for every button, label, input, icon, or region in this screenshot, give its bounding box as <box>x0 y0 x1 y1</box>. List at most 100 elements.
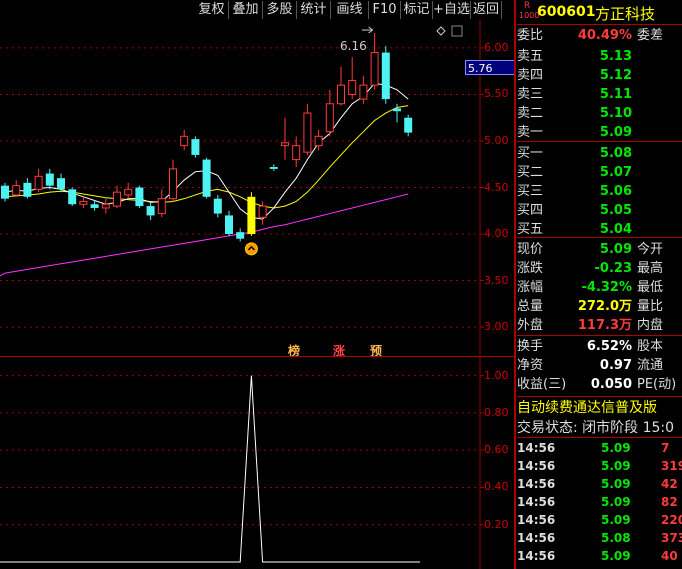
candle-body <box>393 108 401 112</box>
bid-row-0: 买一 5.08 <box>517 145 682 163</box>
tick-row: 14:56 5.09 82 <box>517 493 682 511</box>
candle-body <box>12 185 21 196</box>
tick-volume: 319 <box>661 459 682 473</box>
indicator-tick-label: 0.60 <box>484 443 509 457</box>
toolbar-btn-6[interactable]: 标记 <box>401 1 433 19</box>
candle-body <box>113 191 121 207</box>
tick-row: 14:56 5.08 373 <box>517 529 682 547</box>
fin-row-0-value: 6.52% <box>586 339 632 354</box>
fin-row-1: 净资 0.97 流通 <box>517 357 682 375</box>
candle-body <box>359 84 368 100</box>
tick-volume: 42 <box>661 477 678 491</box>
panel-separator-1 <box>517 141 682 142</box>
indicator-tick-label: 0.20 <box>484 517 509 531</box>
bid-row-2-value: 5.06 <box>599 184 632 199</box>
ma60-line <box>4 193 409 274</box>
tick-volume: 82 <box>661 495 678 509</box>
panel-separator-5 <box>517 437 682 438</box>
quote-row-2: 涨幅 -4.32% 最低 <box>517 279 682 297</box>
quote-row-4-label: 外盘 <box>517 318 544 333</box>
tick-row: 14:56 5.09 220 <box>517 511 682 529</box>
candle-body <box>146 206 155 216</box>
candle-body <box>258 205 267 218</box>
quote-row-4: 外盘 117.3万 内盘 <box>517 317 682 335</box>
ask-row-3-value: 5.10 <box>599 106 632 121</box>
current-price-tag: 5.76 <box>465 60 515 75</box>
tick-price: 5.09 <box>601 441 631 455</box>
tick-volume: 7 <box>661 441 670 455</box>
tick-time: 14:56 <box>517 531 556 545</box>
quote-row-1: 涨跌 -0.23 最高 <box>517 260 682 278</box>
fin-row-0: 换手 6.52% 股本 <box>517 338 682 356</box>
candle-body <box>404 117 413 133</box>
ma5-line <box>4 82 409 220</box>
candle-body <box>370 52 379 86</box>
candle-body <box>135 187 144 207</box>
quote-row-3: 总量 272.0万 量比 <box>517 298 682 316</box>
candle-body <box>236 232 245 239</box>
fin-row-1-label: 净资 <box>517 358 544 373</box>
stock-name: 方正科技 <box>595 5 656 23</box>
candle-body <box>90 204 99 208</box>
candle-body <box>325 103 334 133</box>
tick-time: 14:56 <box>517 495 556 509</box>
ask-row-1-label: 卖四 <box>517 68 544 83</box>
candle-body <box>348 79 357 95</box>
panel-separator-4 <box>517 396 682 397</box>
candle-body <box>180 135 189 147</box>
tick-volume: 40 <box>661 549 678 563</box>
toolbar-btn-5[interactable]: F10 <box>369 1 401 19</box>
indicator-tick-label: 0.40 <box>484 480 509 494</box>
ask-row-2-value: 5.11 <box>599 87 632 102</box>
price-tick-label: 3.50 <box>484 273 509 287</box>
ask-row-1-value: 5.12 <box>599 68 632 83</box>
toolbar-btn-2[interactable]: 多股 <box>263 1 297 19</box>
high-annotation: 6.16 <box>340 39 367 53</box>
tick-volume: 220 <box>661 513 682 527</box>
toolbar-btn-8[interactable]: 返回 <box>471 1 502 19</box>
ask-row-1: 卖四 5.12 <box>517 67 682 85</box>
bid-row-0-value: 5.08 <box>599 146 632 161</box>
quote-row-0-label2: 今开 <box>637 242 664 257</box>
panel-divider <box>514 0 516 569</box>
tick-price: 5.09 <box>601 513 631 527</box>
fin-row-2-label2: PE(动) <box>637 377 677 392</box>
fin-row-1-value: 0.97 <box>599 358 632 373</box>
ask-row-3-label: 卖二 <box>517 106 544 121</box>
tick-row: 14:56 5.09 42 <box>517 475 682 493</box>
quote-panel: R 1000 600601 方正科技 委比 40.49% 委差 卖五 5.13 卖四… <box>517 0 682 569</box>
ask-row-0-value: 5.13 <box>599 49 632 64</box>
indicator-line <box>0 375 420 563</box>
panel-separator-2 <box>517 237 682 238</box>
candle-body <box>314 135 323 147</box>
price-tick-label: 4.00 <box>484 227 509 241</box>
candlestick-chart[interactable] <box>0 20 515 569</box>
bid-row-0-label: 买一 <box>517 146 544 161</box>
promo-banner[interactable]: 自动续费通达信普及版 <box>517 399 682 418</box>
stock-header[interactable]: R 1000 600601 方正科技 <box>517 0 682 24</box>
panel-separator-0 <box>517 24 682 25</box>
bid-row-2-label: 买三 <box>517 184 544 199</box>
candle-body <box>202 159 211 197</box>
candle-body <box>23 182 32 197</box>
fin-row-2-value: 0.050 <box>590 377 632 392</box>
toolbar-btn-0[interactable]: 复权 <box>195 1 229 19</box>
tick-time: 14:56 <box>517 549 556 563</box>
candle-body <box>68 189 77 205</box>
candle-body <box>1 185 9 199</box>
tick-price: 5.09 <box>601 549 631 563</box>
candle-body <box>45 173 54 186</box>
quote-row-0-label: 现价 <box>517 242 544 257</box>
candle-body <box>269 167 278 169</box>
quote-row-3-label2: 量比 <box>637 299 664 314</box>
price-tick-label: 6.00 <box>484 40 509 54</box>
fin-row-2-label: 收益(三) <box>517 377 567 392</box>
toolbar-btn-1[interactable]: 叠加 <box>229 1 263 19</box>
chart-divider <box>0 356 514 357</box>
tick-time: 14:56 <box>517 477 556 491</box>
toolbar-btn-3[interactable]: 统计 <box>297 1 331 19</box>
toolbar-btn-7[interactable]: +自选 <box>433 1 471 19</box>
toolbar-btn-4[interactable]: 画线 <box>331 1 369 19</box>
ask-row-4: 卖一 5.09 <box>517 124 682 142</box>
candle-body <box>381 52 390 100</box>
